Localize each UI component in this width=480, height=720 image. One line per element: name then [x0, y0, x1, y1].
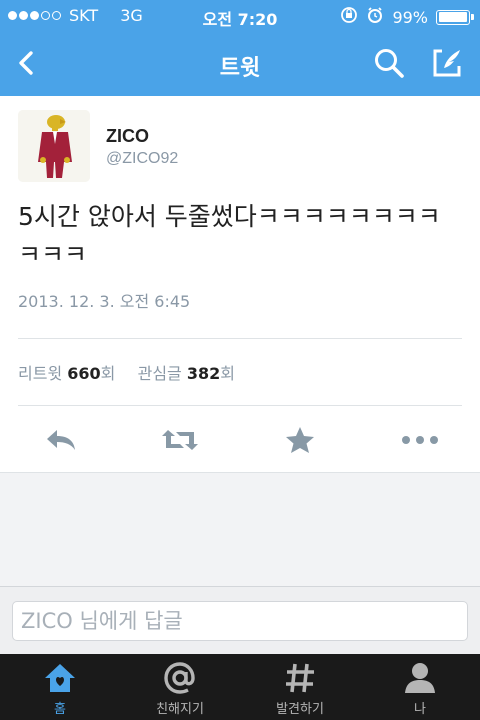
favorite-label: 관심글 — [137, 364, 182, 383]
reply-icon[interactable] — [41, 424, 81, 456]
user-handle[interactable]: @ZICO92 — [106, 150, 178, 168]
reply-input[interactable]: ZICO 님에게 답글 — [12, 601, 468, 641]
tweet-stats: 리트윗 660회 관심글 382회 — [18, 360, 235, 384]
battery-icon — [436, 9, 474, 25]
tweet-actions — [0, 416, 480, 464]
status-bar: SKT 3G 오전 7:20 99% — [0, 0, 480, 30]
tweet-detail: ZICO @ZICO92 5시간 앉아서 두줄썼다ㅋㅋㅋㅋㅋㅋㅋㅋㅋㅋㅋ 201… — [0, 96, 480, 472]
rotation-lock-icon — [340, 6, 358, 28]
empty-area — [0, 472, 480, 586]
at-icon — [162, 662, 198, 694]
tab-discover[interactable]: 발견하기 — [240, 654, 360, 720]
retweet-count: 660 — [67, 364, 101, 383]
status-right: 99% — [340, 6, 474, 28]
person-icon — [402, 662, 438, 694]
battery-percent: 99% — [392, 7, 428, 27]
favorite-suffix: 회 — [220, 364, 235, 383]
avatar[interactable] — [18, 110, 90, 182]
retweet-icon[interactable] — [160, 424, 200, 456]
alarm-icon — [366, 6, 384, 28]
tab-me[interactable]: 나 — [360, 654, 480, 720]
favorite-count: 382 — [186, 364, 221, 383]
divider — [18, 405, 462, 406]
favorite-count-stat[interactable]: 관심글 382회 — [138, 364, 235, 383]
retweet-label: 리트윗 — [18, 364, 63, 383]
search-icon[interactable] — [372, 46, 406, 80]
tab-label: 나 — [414, 702, 426, 717]
tab-label: 발견하기 — [276, 702, 324, 717]
reply-bar: ZICO 님에게 답글 — [0, 586, 480, 654]
tab-bar: 홈 친해지기 발견하기 나 — [0, 654, 480, 720]
tweet-text: 5시간 앉아서 두줄썼다ㅋㅋㅋㅋㅋㅋㅋㅋㅋㅋㅋ — [18, 202, 441, 269]
user-name[interactable]: ZICO — [106, 126, 149, 147]
tab-label: 홈 — [54, 702, 66, 717]
tweet-timestamp: 2013. 12. 3. 오전 6:45 — [18, 292, 191, 311]
divider — [18, 338, 462, 339]
more-icon[interactable] — [400, 424, 440, 456]
tab-home[interactable]: 홈 — [0, 654, 120, 720]
favorite-star-icon[interactable] — [280, 424, 320, 456]
retweet-count-stat[interactable]: 리트윗 660회 — [18, 364, 115, 383]
tab-connect[interactable]: 친해지기 — [120, 654, 240, 720]
home-icon — [42, 662, 78, 694]
compose-icon[interactable] — [430, 46, 464, 80]
retweet-suffix: 회 — [100, 364, 116, 383]
hashtag-icon — [282, 662, 318, 694]
tab-label: 친해지기 — [156, 702, 204, 717]
page-title: 트윗 — [219, 56, 261, 81]
navigation-bar: 트윗 — [0, 30, 480, 96]
